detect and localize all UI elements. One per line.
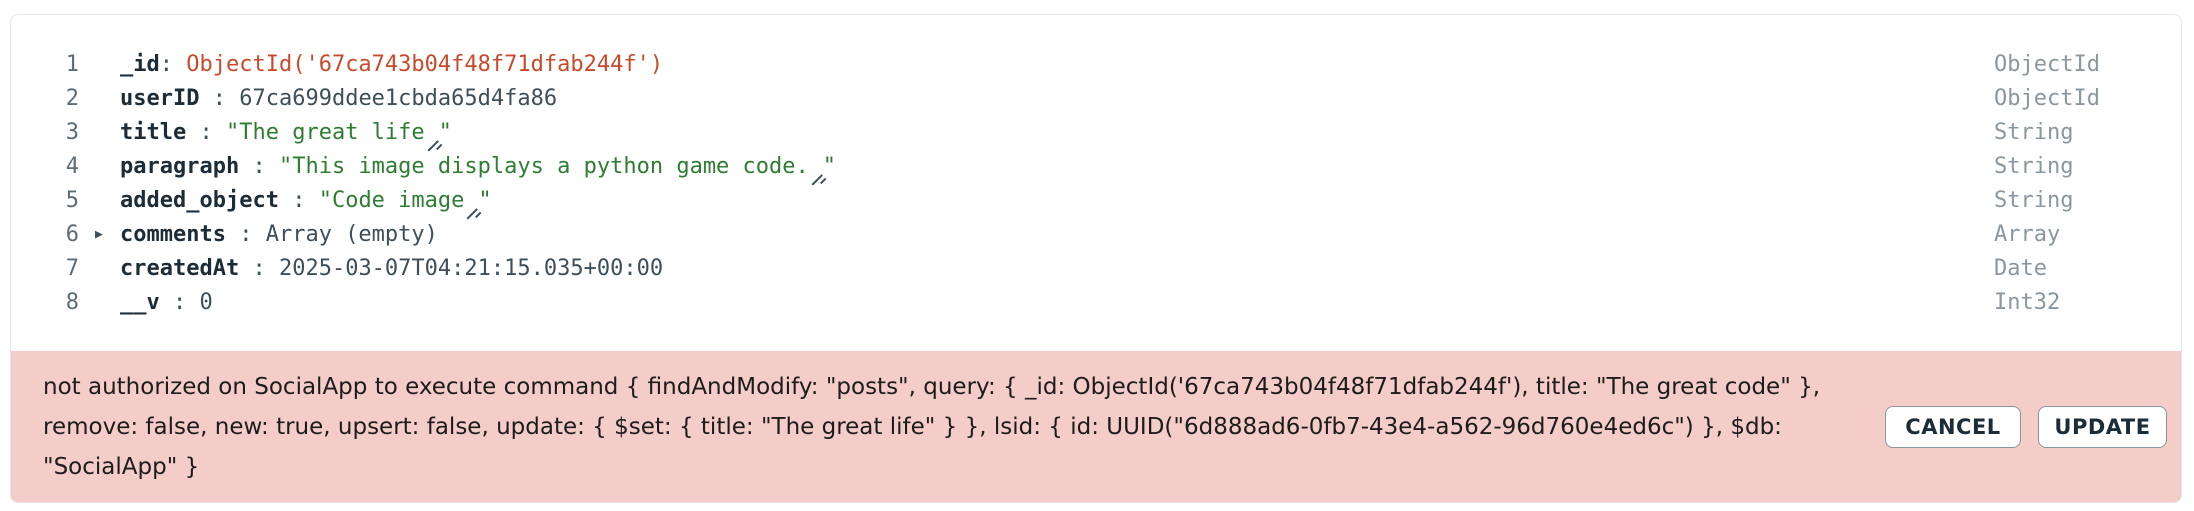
field-key: userID — [120, 86, 200, 111]
line-number: 4 — [65, 154, 79, 179]
field-value[interactable]: 2025-03-07T04:21:15.035+00:00 — [279, 256, 663, 281]
field-row-createdat[interactable]: 7 createdAt : 2025-03-07T04:21:15.035+00… — [11, 252, 2181, 286]
field-separator: : — [199, 86, 240, 111]
field-separator: : — [159, 52, 187, 77]
field-value-text: "This image displays a python game code. — [278, 154, 809, 179]
field-separator: : — [186, 120, 226, 145]
field-type[interactable]: String — [1994, 150, 2073, 184]
field-key: _id — [120, 52, 160, 77]
field-value[interactable]: 0 — [200, 290, 213, 315]
field-row-added-object[interactable]: 5 added_object : "Code image " String — [11, 184, 2181, 218]
document-fields: 1 _id: ObjectId('67ca743b04f48f71dfab244… — [11, 48, 2181, 320]
field-type[interactable]: Array — [1994, 218, 2060, 252]
cancel-button[interactable]: CANCEL — [1885, 406, 2021, 448]
field-separator: : — [239, 154, 279, 179]
field-type[interactable]: String — [1994, 116, 2073, 150]
error-message: not authorized on SocialApp to execute c… — [43, 374, 1821, 480]
field-type[interactable]: Int32 — [1994, 286, 2060, 320]
field-value[interactable]: Array (empty) — [266, 222, 438, 247]
field-separator: : — [278, 188, 319, 213]
field-value[interactable]: 67ca699ddee1cbda65d4fa86 — [239, 86, 557, 111]
update-button[interactable]: UPDATE — [2038, 406, 2167, 448]
field-content: title : "The great life " — [120, 116, 452, 150]
line-number: 1 — [65, 52, 79, 77]
error-banner: not authorized on SocialApp to execute c… — [11, 351, 2181, 502]
field-type[interactable]: ObjectId — [1994, 82, 2100, 116]
line-number: 3 — [65, 120, 79, 145]
field-key: __v — [120, 290, 160, 315]
field-separator: : — [159, 290, 200, 315]
document-editor-card: 1 _id: ObjectId('67ca743b04f48f71dfab244… — [10, 14, 2182, 503]
line-number: 8 — [65, 290, 79, 315]
field-key: added_object — [120, 188, 279, 213]
field-row-userid[interactable]: 2 userID : 67ca699ddee1cbda65d4fa86 Obje… — [11, 82, 2181, 116]
field-value[interactable]: ObjectId('67ca743b04f48f71dfab244f') — [186, 52, 663, 77]
field-value-quote: " — [438, 120, 452, 145]
field-key: comments — [120, 222, 226, 247]
field-value[interactable]: "Code image " — [319, 188, 492, 213]
field-row-paragraph[interactable]: 4 paragraph : "This image displays a pyt… — [11, 150, 2181, 184]
line-number: 7 — [65, 256, 79, 281]
line-number: 6 — [65, 222, 79, 247]
field-key: paragraph — [120, 154, 240, 179]
field-content: _id: ObjectId('67ca743b04f48f71dfab244f'… — [120, 48, 663, 82]
field-content: paragraph : "This image displays a pytho… — [120, 150, 836, 184]
field-value[interactable]: "This image displays a python game code.… — [279, 154, 836, 179]
line-number: 2 — [65, 86, 79, 111]
caret-right-icon[interactable]: ▶ — [95, 218, 103, 252]
field-content: added_object : "Code image " — [120, 184, 492, 218]
field-type[interactable]: Date — [1994, 252, 2047, 286]
field-content: comments : Array (empty) — [120, 218, 438, 252]
field-row-title[interactable]: 3 title : "The great life " String — [11, 116, 2181, 150]
field-value[interactable]: "The great life " — [226, 120, 452, 145]
line-number: 5 — [65, 188, 79, 213]
field-key: createdAt — [120, 256, 240, 281]
field-type[interactable]: String — [1994, 184, 2073, 218]
field-key: title — [120, 120, 187, 145]
field-separator: : — [225, 222, 266, 247]
field-row-comments[interactable]: 6 ▶ comments : Array (empty) Array — [11, 218, 2181, 252]
field-value-text: "Code image — [318, 188, 465, 213]
field-value-quote: " — [822, 154, 837, 179]
resize-handle-icon[interactable] — [809, 162, 823, 176]
field-row-id[interactable]: 1 _id: ObjectId('67ca743b04f48f71dfab244… — [11, 48, 2181, 82]
field-content: userID : 67ca699ddee1cbda65d4fa86 — [120, 82, 557, 116]
field-type[interactable]: ObjectId — [1994, 48, 2100, 82]
field-content: createdAt : 2025-03-07T04:21:15.035+00:0… — [120, 252, 663, 286]
field-value-quote: " — [478, 188, 492, 213]
field-value-text: "The great life — [225, 120, 425, 145]
field-content: __v : 0 — [120, 286, 213, 320]
resize-handle-icon[interactable] — [464, 196, 478, 210]
resize-handle-icon[interactable] — [425, 128, 439, 142]
field-separator: : — [239, 256, 279, 281]
field-row-version[interactable]: 8 __v : 0 Int32 — [11, 286, 2181, 320]
